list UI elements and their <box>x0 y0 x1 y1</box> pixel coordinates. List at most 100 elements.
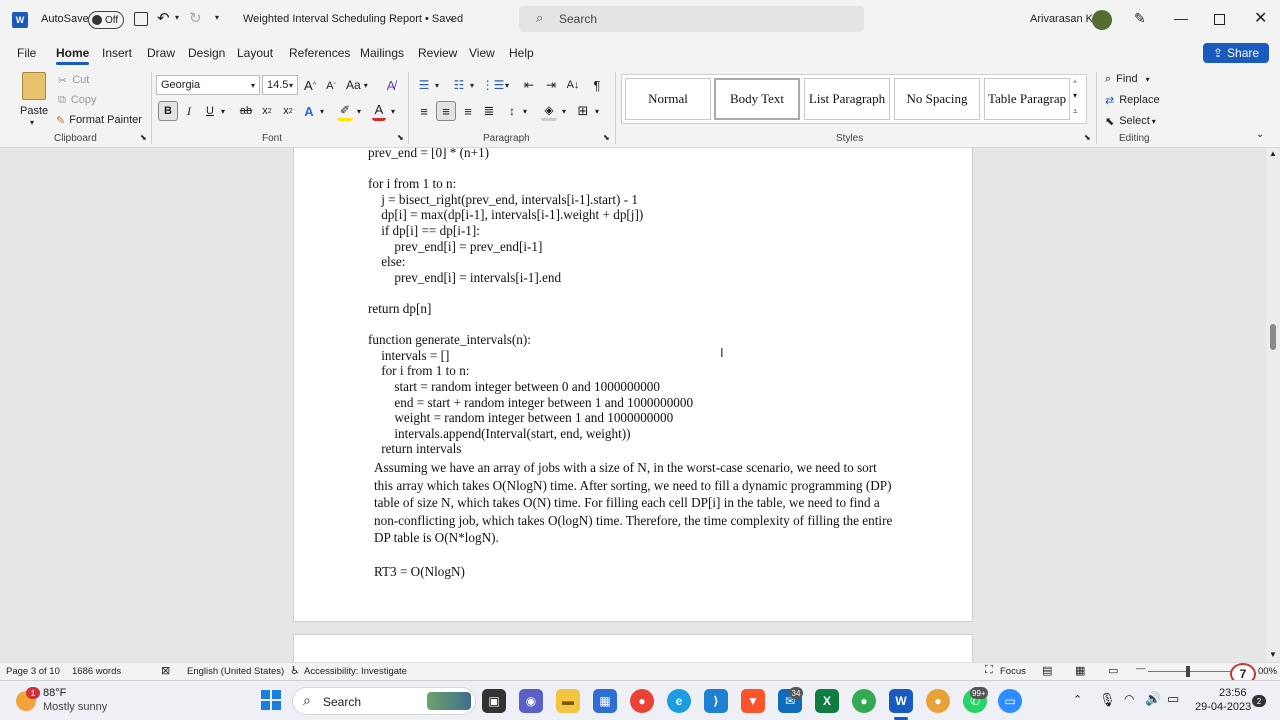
body-paragraph[interactable]: Assuming we have an array of jobs with a… <box>374 459 894 547</box>
zoom-slider[interactable] <box>1148 671 1232 672</box>
clear-formatting-icon[interactable]: A̸ <box>383 76 399 94</box>
cut-button[interactable]: ✂ Cut <box>58 72 89 88</box>
user-name[interactable]: Arivarasan K <box>1030 13 1093 25</box>
autosave-toggle[interactable]: Off <box>88 11 124 29</box>
minimize-icon[interactable]: — <box>1174 10 1188 26</box>
weather-desc[interactable]: Mostly sunny <box>43 701 107 713</box>
chevron-down-icon[interactable]: ▾ <box>470 81 474 90</box>
borders-icon[interactable]: ⊞ <box>576 101 590 121</box>
justify-icon[interactable]: ≣ <box>481 101 497 121</box>
paragraph-launcher-icon[interactable]: ⬊ <box>603 133 610 142</box>
zoom-out-icon[interactable]: — <box>1136 663 1146 674</box>
pilcrow-icon[interactable]: ¶ <box>590 76 604 94</box>
font-size-select[interactable]: 14.5 ▾ <box>262 75 298 95</box>
decrease-indent-icon[interactable]: ⇤ <box>521 76 537 94</box>
multilevel-list-icon[interactable]: ⋮☰ <box>482 76 505 94</box>
format-painter-button[interactable]: ✎ Format Painter <box>56 112 142 128</box>
battery-icon[interactable]: ▭ <box>1167 691 1179 707</box>
vscode-icon[interactable]: ⟩ <box>704 689 728 713</box>
find-button[interactable]: ⌕ Find ▾ <box>1105 70 1150 88</box>
shading-icon[interactable]: ◈ <box>541 101 557 121</box>
vertical-scrollbar[interactable]: ▲ ▼ <box>1266 148 1280 662</box>
search-box[interactable]: ⌕ Search <box>519 6 864 32</box>
wifi-icon[interactable]: ◠ <box>1124 692 1134 706</box>
font-launcher-icon[interactable]: ⬊ <box>397 133 404 142</box>
copy-button[interactable]: ⧉ Copy <box>58 92 97 108</box>
chevron-down-icon[interactable]: ▾ <box>595 107 599 116</box>
increase-indent-icon[interactable]: ⇥ <box>543 76 559 94</box>
code-line[interactable]: intervals = [] <box>368 348 449 364</box>
grow-font-button[interactable]: A ^ <box>302 76 318 94</box>
numbering-icon[interactable]: ☷ <box>451 76 467 94</box>
select-button[interactable]: ⬉ Select ▾ <box>1105 112 1156 130</box>
scroll-up-icon[interactable]: ▲ <box>1269 149 1277 158</box>
menu-mailings[interactable]: Mailings <box>360 46 404 60</box>
avatar[interactable] <box>1092 10 1112 30</box>
menu-design[interactable]: Design <box>188 46 225 60</box>
code-line[interactable]: return dp[n] <box>368 301 431 317</box>
align-right-icon[interactable]: ≡ <box>460 101 476 121</box>
chevron-down-icon[interactable]: ▾ <box>562 107 566 116</box>
text-effects-icon[interactable]: A <box>302 101 316 121</box>
next-page[interactable] <box>293 634 973 662</box>
menu-view[interactable]: View <box>469 46 495 60</box>
print-layout-icon[interactable]: ▦ <box>1075 664 1085 677</box>
language[interactable]: English (United States) <box>187 666 284 677</box>
collapse-ribbon-icon[interactable]: ⌄ <box>1256 129 1264 140</box>
zoom-app-icon[interactable]: ▭ <box>998 689 1022 713</box>
edge-icon[interactable]: e <box>667 689 691 713</box>
styles-more-icon[interactable]: ⩡ <box>1073 107 1078 117</box>
title-dropdown-icon[interactable]: ⌄ <box>448 13 456 24</box>
styles-scroll-down-icon[interactable]: ▾ <box>1073 91 1077 100</box>
font-color-icon[interactable]: A <box>372 101 386 121</box>
page-count[interactable]: Page 3 of 10 <box>6 666 60 677</box>
scroll-thumb[interactable] <box>1270 324 1276 350</box>
chevron-down-icon[interactable]: ▾ <box>357 107 361 116</box>
menu-references[interactable]: References <box>289 46 350 60</box>
code-line[interactable]: dp[i] = max(dp[i-1], intervals[i-1].weig… <box>368 207 643 223</box>
code-line[interactable]: start = random integer between 0 and 100… <box>368 379 660 395</box>
close-icon[interactable]: ✕ <box>1254 8 1267 28</box>
underline-button[interactable]: U <box>203 101 217 121</box>
menu-file[interactable]: File <box>17 46 36 60</box>
code-line[interactable]: prev_end[i] = intervals[i-1].end <box>368 270 561 286</box>
code-line[interactable]: weight = random integer between 1 and 10… <box>368 410 673 426</box>
volume-icon[interactable]: 🔊 <box>1145 691 1161 707</box>
taskbar-search[interactable]: ⌕ Search <box>292 687 476 715</box>
menu-layout[interactable]: Layout <box>237 46 273 60</box>
code-line[interactable]: prev_end = [0] * (n+1) <box>368 148 489 161</box>
bullets-icon[interactable]: ☰ <box>416 76 432 94</box>
chevron-down-icon[interactable]: ▾ <box>523 107 527 116</box>
style-no-spacing[interactable]: No Spacing <box>894 78 980 120</box>
clipboard-launcher-icon[interactable]: ⬊ <box>140 133 147 142</box>
read-mode-icon[interactable]: ▤ <box>1042 664 1052 677</box>
replace-button[interactable]: ⇄ Replace <box>1105 91 1160 109</box>
chevron-down-icon[interactable]: ▾ <box>391 107 395 116</box>
word-count[interactable]: 1686 words <box>72 666 121 677</box>
microphone-icon[interactable]: 🎙 <box>1099 692 1116 708</box>
notification-badge[interactable]: 2 <box>1252 695 1266 707</box>
maximize-icon[interactable] <box>1214 14 1225 25</box>
paste-button[interactable]: Paste ▾ <box>16 70 52 127</box>
pen-icon[interactable]: ✎ <box>1134 10 1146 27</box>
result-line[interactable]: RT3 = O(NlogN) <box>374 564 465 580</box>
accessibility-status[interactable]: Accessibility: Investigate <box>304 666 407 677</box>
brave-icon[interactable]: ▼ <box>741 689 765 713</box>
document-page[interactable]: prev_end = [0] * (n+1) for i from 1 to n:… <box>293 148 973 622</box>
font-family-select[interactable]: Georgia ▾ <box>156 75 260 95</box>
chevron-down-icon[interactable]: ▾ <box>320 107 324 116</box>
zoom-slider-thumb[interactable] <box>1186 666 1190 677</box>
line-spacing-icon[interactable]: ↕ <box>505 101 519 121</box>
start-icon[interactable] <box>261 690 281 710</box>
code-line[interactable]: intervals.append(Interval(start, end, we… <box>368 426 630 442</box>
style-normal[interactable]: Normal <box>625 78 711 120</box>
chevron-down-icon[interactable]: ▾ <box>505 81 509 90</box>
code-line[interactable]: end = start + random integer between 1 a… <box>368 395 693 411</box>
subscript-button[interactable]: x2 <box>260 101 274 121</box>
underline-dropdown-icon[interactable]: ▾ <box>221 107 225 116</box>
italic-button[interactable]: I <box>182 101 196 121</box>
menu-review[interactable]: Review <box>418 46 457 60</box>
undo-icon[interactable]: ↶ <box>157 9 170 27</box>
zoom-level[interactable]: 00% <box>1258 666 1277 677</box>
teams-icon[interactable]: ◉ <box>519 689 543 713</box>
